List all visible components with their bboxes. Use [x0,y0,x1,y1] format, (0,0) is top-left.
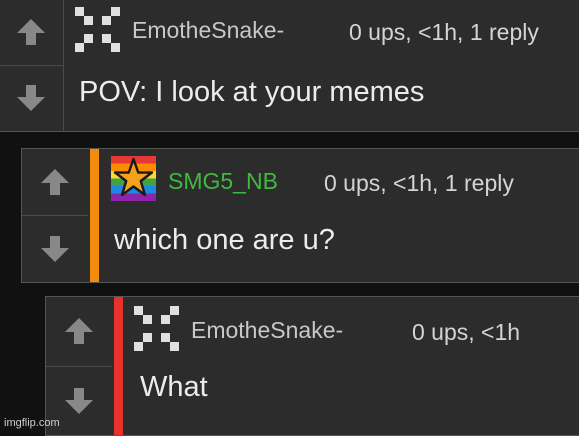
reply-accent-bar [90,149,99,282]
comment-1: EmotheSnake- 0 ups, <1h, 1 reply POV: I … [0,0,579,132]
down-arrow-icon [17,85,45,112]
upvote-button[interactable] [46,297,112,367]
comment-2: SMG5_NB 0 ups, <1h, 1 reply which one ar… [21,148,579,283]
comment-username[interactable]: EmotheSnake- [191,317,343,344]
downvote-button[interactable] [22,216,88,282]
comment-3: EmotheSnake- 0 ups, <1h What [45,296,579,436]
down-arrow-icon [65,387,93,414]
up-arrow-icon [65,318,93,345]
vote-column [0,0,64,131]
comment-username[interactable]: EmotheSnake- [132,17,284,44]
reply-accent-bar [114,297,123,435]
vote-column [46,297,112,435]
pixel-x-avatar[interactable] [134,306,179,351]
rainbow-star-avatar[interactable] [111,156,156,201]
comment-meta: 0 ups, <1h, 1 reply [349,19,539,45]
up-arrow-icon [17,18,45,45]
pixel-x-avatar[interactable] [75,7,120,52]
upvote-button[interactable] [22,149,88,216]
upvote-button[interactable] [0,0,63,66]
comment-meta: 0 ups, <1h, 1 reply [324,170,514,196]
comment-text: POV: I look at your memes [79,76,425,108]
up-arrow-icon [41,169,69,195]
comment-meta: 0 ups, <1h [412,319,521,345]
comment-text: which one are u? [114,224,335,256]
imgflip-watermark: imgflip.com [4,417,60,429]
downvote-button[interactable] [0,66,63,132]
down-arrow-icon [41,236,69,262]
comment-username[interactable]: SMG5_NB [168,168,278,195]
vote-column [22,149,88,282]
comment-text: What [140,371,208,403]
